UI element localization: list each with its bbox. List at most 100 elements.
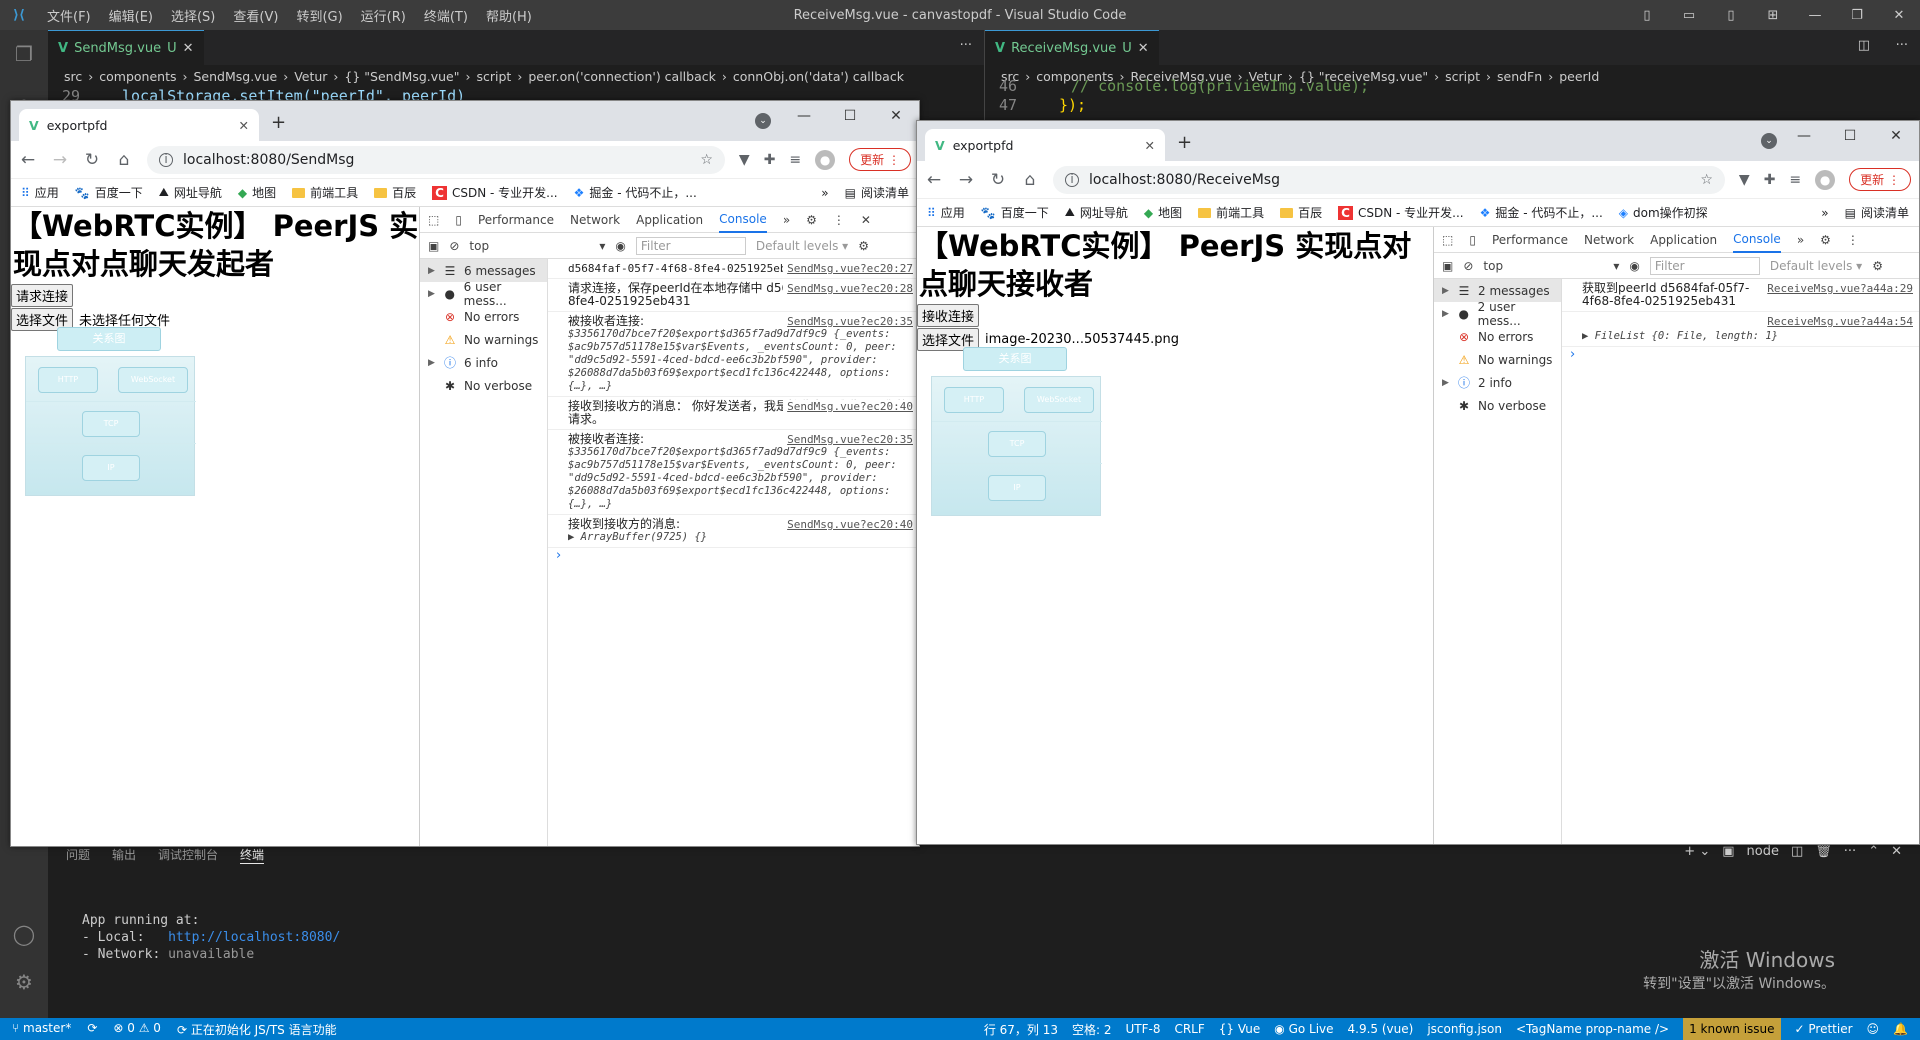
site-info-icon[interactable]: i (1065, 172, 1079, 187)
sidebar-item-warnings[interactable]: ⚠ No warnings (1434, 348, 1561, 371)
more-tabs-icon[interactable]: » (783, 213, 790, 227)
avatar[interactable]: ● (815, 149, 836, 170)
eye-icon[interactable]: ◉ (615, 239, 625, 253)
clear-console-icon[interactable]: ⊘ (449, 239, 459, 253)
sidebar-item-user-messages[interactable]: ▶ ● 2 user mess... (1434, 300, 1561, 328)
devtools-tab-performance[interactable]: Performance (1492, 233, 1568, 247)
devtools-tab-network[interactable]: Network (1584, 233, 1634, 247)
minimize-icon[interactable]: — (1794, 8, 1836, 23)
customize-layout-icon[interactable]: ⊞ (1752, 8, 1794, 23)
breadcrumb-item[interactable]: SendMsg.vue (193, 69, 277, 84)
breadcrumb-item[interactable]: peerId (1559, 69, 1599, 84)
new-tab-icon[interactable]: + (1177, 132, 1192, 153)
devtools-tab-performance[interactable]: Performance (478, 213, 554, 227)
context-selector[interactable]: top ▾ (1483, 259, 1619, 273)
close-tab-icon[interactable]: ✕ (183, 41, 194, 56)
panel-layout-icon[interactable]: ▭ (1668, 8, 1710, 23)
eye-icon[interactable]: ◉ (1629, 259, 1639, 273)
ts-version[interactable]: 4.9.5 (vue) (1348, 1022, 1414, 1036)
minimize-icon[interactable]: — (1781, 121, 1827, 151)
close-panel-icon[interactable]: ✕ (1891, 844, 1902, 859)
more-bookmarks-icon[interactable]: » (821, 186, 828, 200)
log-source-link[interactable]: SendMsg.vue?ec20:40 (783, 400, 913, 413)
bookmark-apps[interactable]: ⠿ 应用 (21, 184, 59, 201)
new-tab-icon[interactable]: + (271, 112, 286, 133)
levels-dropdown[interactable]: Default levels ▾ (756, 239, 848, 253)
breadcrumb-item[interactable]: src (64, 69, 82, 84)
reading-list-button[interactable]: ▤ 阅读清单 (845, 184, 909, 201)
log-source-link[interactable]: ReceiveMsg.vue?a44a:29 (1763, 282, 1913, 295)
bookmark-item[interactable]: 🐾 百度一下 (981, 204, 1049, 221)
close-tab-icon[interactable]: ✕ (239, 118, 249, 133)
bookmark-item[interactable]: ⛰ 网址导航 (159, 184, 222, 201)
menu-view[interactable]: 查看(V) (233, 10, 278, 25)
menu-edit[interactable]: 编辑(E) (109, 10, 153, 25)
feedback-icon[interactable]: ☺ (1867, 1022, 1880, 1036)
image-label-button[interactable]: 关系图 (57, 327, 161, 351)
problems-status[interactable]: ⊗ 0 ⚠ 0 (113, 1021, 161, 1038)
explorer-icon[interactable]: ❐ (0, 30, 48, 78)
request-connect-button[interactable]: 请求连接 (11, 284, 74, 307)
sidebar-item-verbose[interactable]: ✱ No verbose (420, 374, 547, 397)
kebab-menu-icon[interactable]: ⋮ (833, 213, 845, 227)
maximize-icon[interactable]: ☐ (827, 101, 873, 131)
context-selector[interactable]: top ▾ (469, 239, 605, 253)
menu-help[interactable]: 帮助(H) (486, 10, 532, 25)
cursor-position[interactable]: 行 67，列 13 (984, 1021, 1058, 1038)
split-terminal-icon[interactable]: ◫ (1791, 844, 1803, 859)
maximize-panel-icon[interactable]: ⌃ (1868, 844, 1879, 859)
more-actions-icon[interactable]: ··· (1896, 38, 1908, 53)
language-mode[interactable]: {} Vue (1219, 1022, 1260, 1036)
prettier-status[interactable]: ✓ Prettier (1795, 1022, 1853, 1036)
filter-input[interactable]: Filter (635, 236, 746, 255)
log-object[interactable]: $3356170d7bce7f20$export$d365f7ad9d7df9c… (568, 446, 913, 511)
back-icon[interactable]: ← (925, 170, 943, 190)
reload-icon[interactable]: ↻ (989, 170, 1007, 190)
bookmark-star-icon[interactable]: ☆ (1700, 172, 1713, 188)
encoding[interactable]: UTF-8 (1125, 1022, 1160, 1036)
breadcrumb-item[interactable]: script (1445, 69, 1480, 84)
home-icon[interactable]: ⌂ (1021, 170, 1039, 190)
terminal-output[interactable]: App running at: - Local: http://localhos… (82, 912, 340, 963)
forward-icon[interactable]: → (957, 170, 975, 190)
known-issue-badge[interactable]: 1 known issue (1683, 1018, 1781, 1040)
forward-icon[interactable]: → (51, 150, 69, 170)
address-bar[interactable]: i localhost:8080/ReceiveMsg ☆ (1053, 165, 1725, 194)
console-prompt[interactable]: › (548, 548, 919, 563)
breadcrumb-item[interactable]: connObj.on('data') callback (733, 69, 904, 84)
sidebar-item-user-messages[interactable]: ▶ ● 6 user mess... (420, 280, 547, 308)
tab-search-icon[interactable]: ⌄ (755, 113, 771, 129)
site-info-icon[interactable]: i (159, 152, 173, 167)
breadcrumb-item[interactable]: Vetur (294, 69, 327, 84)
devtools-tab-application[interactable]: Application (636, 213, 703, 227)
console-prompt[interactable]: › (1562, 347, 1919, 362)
breadcrumb-item[interactable]: script (477, 69, 512, 84)
update-button[interactable]: 更新 ⋮ (1849, 168, 1911, 191)
devtools-tab-application[interactable]: Application (1650, 233, 1717, 247)
console-settings-icon[interactable]: ⚙ (1872, 259, 1883, 273)
bookmark-item[interactable]: 前端工具 (292, 184, 358, 201)
account-icon[interactable]: ◯ (0, 910, 48, 958)
sidebar-layout-icon[interactable]: ▯ (1710, 8, 1752, 23)
jsconfig[interactable]: jsconfig.json (1427, 1022, 1502, 1036)
browser-tab[interactable]: V exportpfd ✕ (19, 109, 259, 141)
panel-tab-problems[interactable]: 问题 (66, 846, 90, 864)
sidebar-toggle-icon[interactable]: ▣ (1442, 259, 1453, 273)
reading-list-icon[interactable]: ≡ (789, 152, 801, 168)
filter-input[interactable]: Filter (1649, 256, 1760, 275)
log-source-link[interactable]: ReceiveMsg.vue?a44a:54 (1763, 315, 1913, 328)
extensions-icon[interactable]: ✚ (764, 152, 776, 168)
indentation[interactable]: 空格: 2 (1072, 1021, 1112, 1038)
accept-connect-button[interactable]: 接收连接 (917, 304, 980, 327)
devtools-tab-network[interactable]: Network (570, 213, 620, 227)
panel-tab-terminal[interactable]: 终端 (240, 846, 265, 864)
sync-icon[interactable]: ⟳ (87, 1021, 97, 1038)
bookmark-item[interactable]: ❖ 掘金 - 代码不止，... (574, 184, 697, 201)
update-button[interactable]: 更新 ⋮ (849, 148, 911, 171)
bookmark-item[interactable]: ❖ 掘金 - 代码不止，... (1480, 204, 1603, 221)
close-icon[interactable]: ✕ (873, 101, 919, 131)
levels-dropdown[interactable]: Default levels ▾ (1770, 259, 1862, 273)
editor-tab-receivemsg[interactable]: V ReceiveMsg.vue U ✕ (985, 30, 1159, 65)
image-label-button[interactable]: 关系图 (963, 347, 1067, 371)
bookmark-item[interactable]: ◈ dom操作初探 (1619, 204, 1708, 221)
